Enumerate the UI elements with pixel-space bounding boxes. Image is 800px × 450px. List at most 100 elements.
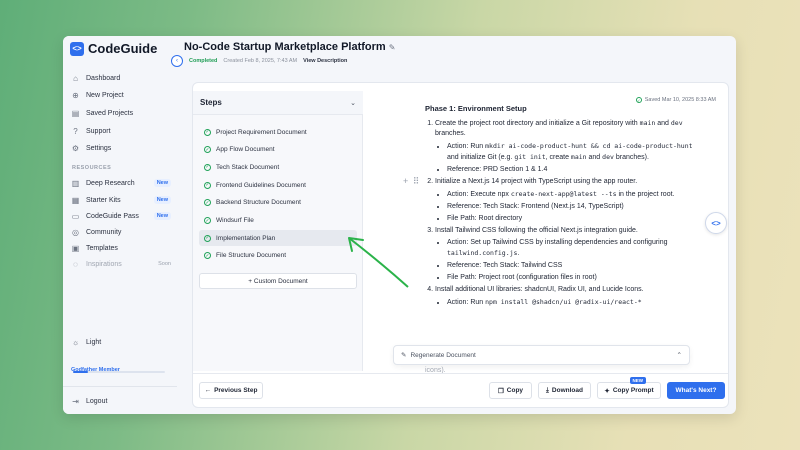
check-circle-icon: ✓ bbox=[204, 146, 211, 154]
step-item[interactable]: ✓ Implementation Plan bbox=[199, 230, 357, 247]
check-circle-icon: ✓ bbox=[204, 163, 211, 171]
sidebar-item-label: New Project bbox=[86, 91, 124, 99]
list-item: Action: Set up Tailwind CSS by installin… bbox=[447, 238, 693, 259]
step-item[interactable]: ✓ Frontend Guidelines Document bbox=[199, 177, 357, 193]
step-item[interactable]: ✓ Backend Structure Document bbox=[199, 195, 357, 211]
theme-toggle[interactable]: ☼ Light bbox=[71, 335, 171, 349]
view-description-link[interactable]: View Description bbox=[303, 58, 347, 64]
folder-icon: ▤ bbox=[71, 108, 80, 118]
sidebar-item-saved-projects[interactable]: ▤ Saved Projects bbox=[71, 106, 171, 120]
regenerate-document-bar[interactable]: ✎ Regenerate Document ⌃ bbox=[393, 345, 690, 365]
sidebar-item-support[interactable]: ? Support bbox=[71, 124, 171, 138]
sidebar-item-community[interactable]: ◎ Community bbox=[71, 225, 171, 239]
help-icon: ? bbox=[73, 126, 78, 136]
step-item[interactable]: ✓ Project Requirement Document bbox=[199, 124, 357, 140]
collapse-sidebar-icon[interactable]: ‹ bbox=[171, 55, 183, 67]
gear-icon: ⚙ bbox=[71, 143, 80, 153]
step-label: Project Requirement Document bbox=[216, 128, 307, 136]
member-progress-bar bbox=[73, 371, 165, 373]
status-badge: Completed bbox=[189, 58, 218, 64]
ticket-icon: ▭ bbox=[71, 211, 80, 221]
previous-step-label: Previous Step bbox=[214, 387, 258, 394]
sidebar-item-label: CodeGuide Pass bbox=[86, 212, 139, 220]
check-circle-icon: ✓ bbox=[204, 217, 211, 224]
plus-circle-icon: ⊕ bbox=[72, 90, 79, 100]
project-title: No-Code Startup Marketplace Platform bbox=[184, 41, 386, 53]
code-brackets-icon: <> bbox=[70, 41, 84, 56]
grid-icon: ▦ bbox=[71, 195, 80, 205]
download-label: Download bbox=[551, 387, 583, 394]
sidebar-item-label: Deep Research bbox=[86, 179, 135, 187]
app-window: <> CodeGuide ⌂ Dashboard ⊕ New Project ▤… bbox=[63, 36, 736, 414]
logout-button[interactable]: ⇥ Logout bbox=[71, 394, 171, 408]
step-label: Backend Structure Document bbox=[216, 199, 301, 207]
users-icon: ◎ bbox=[72, 227, 79, 237]
brand-name: CodeGuide bbox=[88, 41, 158, 56]
logout-label: Logout bbox=[86, 397, 108, 405]
sidebar-item-deep-research[interactable]: ▥ Deep Research New bbox=[71, 176, 171, 190]
step-label: Tech Stack Document bbox=[216, 163, 280, 171]
step-item[interactable]: ✓ Tech Stack Document bbox=[199, 159, 357, 175]
saved-timestamp: Saved Mar 10, 2025 8:33 AM bbox=[644, 97, 716, 103]
sidebar-item-inspirations: ◌ Inspirations Soon bbox=[71, 257, 171, 271]
sidebar-item-label: Support bbox=[86, 127, 111, 135]
check-circle-icon: ✓ bbox=[204, 234, 211, 242]
copy-label: Copy bbox=[506, 387, 524, 394]
soon-badge: Soon bbox=[158, 261, 171, 267]
copy-prompt-button[interactable]: ✦ Copy Prompt NEW bbox=[597, 377, 661, 399]
check-circle-icon: ✓ bbox=[204, 128, 211, 136]
sidebar: <> CodeGuide ⌂ Dashboard ⊕ New Project ▤… bbox=[63, 36, 177, 414]
drag-handle-icon[interactable]: + ⠿ bbox=[403, 176, 420, 187]
list-item: Action: Execute npx create-next-app@late… bbox=[447, 189, 693, 200]
step-item[interactable]: ✓ Windsurf File bbox=[199, 213, 357, 229]
list-item: Install additional UI libraries: shadcnU… bbox=[435, 285, 693, 308]
sidebar-item-dashboard[interactable]: ⌂ Dashboard bbox=[71, 71, 171, 85]
document-content[interactable]: Phase 1: Environment Setup Create the pr… bbox=[425, 104, 693, 310]
edit-pencil-icon[interactable]: ✎ bbox=[389, 43, 396, 52]
home-icon: ⌂ bbox=[73, 73, 78, 83]
step-item[interactable]: ✓ App Flow Document bbox=[199, 142, 357, 158]
sidebar-item-label: Templates bbox=[86, 244, 118, 252]
sidebar-item-codeguide-pass[interactable]: ▭ CodeGuide Pass New bbox=[71, 209, 171, 223]
chevron-down-icon: ⌄ bbox=[350, 99, 356, 107]
step-label: Frontend Guidelines Document bbox=[216, 181, 306, 189]
sidebar-item-label: Dashboard bbox=[86, 74, 121, 82]
list-item: Initialize a Next.js 14 project with Typ… bbox=[435, 177, 693, 224]
copy-prompt-label: Copy Prompt bbox=[612, 387, 654, 394]
membership-card: Godfather Member bbox=[71, 358, 167, 376]
list-item: Create the project root directory and in… bbox=[435, 118, 693, 175]
sidebar-item-label: Community bbox=[86, 228, 122, 236]
step-label: File Structure Document bbox=[216, 252, 287, 260]
chevron-up-icon[interactable]: ⌃ bbox=[677, 351, 682, 359]
book-icon: ▥ bbox=[71, 178, 80, 188]
steps-header[interactable]: Steps ⌄ bbox=[193, 91, 363, 115]
list-item: File Path: Root directory bbox=[447, 214, 693, 224]
list-item: File Path: Project root (configuration f… bbox=[447, 273, 693, 283]
copy-icon: ❐ bbox=[497, 387, 504, 395]
footer-divider bbox=[193, 373, 728, 374]
bulb-icon: ◌ bbox=[73, 259, 78, 269]
download-button[interactable]: ⤓ Download bbox=[538, 382, 591, 399]
sidebar-item-label: Starter Kits bbox=[86, 196, 121, 204]
previous-step-button[interactable]: ← Previous Step bbox=[199, 382, 263, 399]
check-circle-icon: ✓ bbox=[204, 252, 211, 260]
sidebar-item-starter-kits[interactable]: ▦ Starter Kits New bbox=[71, 193, 171, 207]
saved-status: ✓ Saved Mar 10, 2025 8:33 AM bbox=[635, 97, 716, 103]
template-icon: ▣ bbox=[71, 243, 80, 253]
main-panel: Steps ⌄ ✓ Project Requirement Document ✓ Ap… bbox=[192, 82, 729, 408]
page-title: No-Code Startup Marketplace Platform ✎ bbox=[184, 41, 395, 53]
brand[interactable]: <> CodeGuide bbox=[70, 41, 157, 56]
sidebar-item-templates[interactable]: ▣ Templates bbox=[71, 241, 171, 255]
new-badge: New bbox=[153, 212, 171, 220]
sidebar-item-new-project[interactable]: ⊕ New Project bbox=[71, 88, 171, 102]
copy-button[interactable]: ❐ Copy bbox=[489, 382, 532, 399]
sidebar-item-settings[interactable]: ⚙ Settings bbox=[71, 141, 171, 155]
step-item[interactable]: ✓ File Structure Document bbox=[199, 248, 357, 264]
custom-document-button[interactable]: + Custom Document bbox=[199, 273, 357, 289]
sun-icon: ☼ bbox=[71, 337, 80, 347]
arrow-left-icon: ← bbox=[204, 387, 212, 394]
code-toggle-icon[interactable]: <> bbox=[705, 212, 727, 234]
steps-title: Steps bbox=[200, 98, 222, 107]
whats-next-button[interactable]: What's Next? bbox=[667, 382, 725, 399]
document-heading: Phase 1: Environment Setup bbox=[425, 104, 527, 113]
